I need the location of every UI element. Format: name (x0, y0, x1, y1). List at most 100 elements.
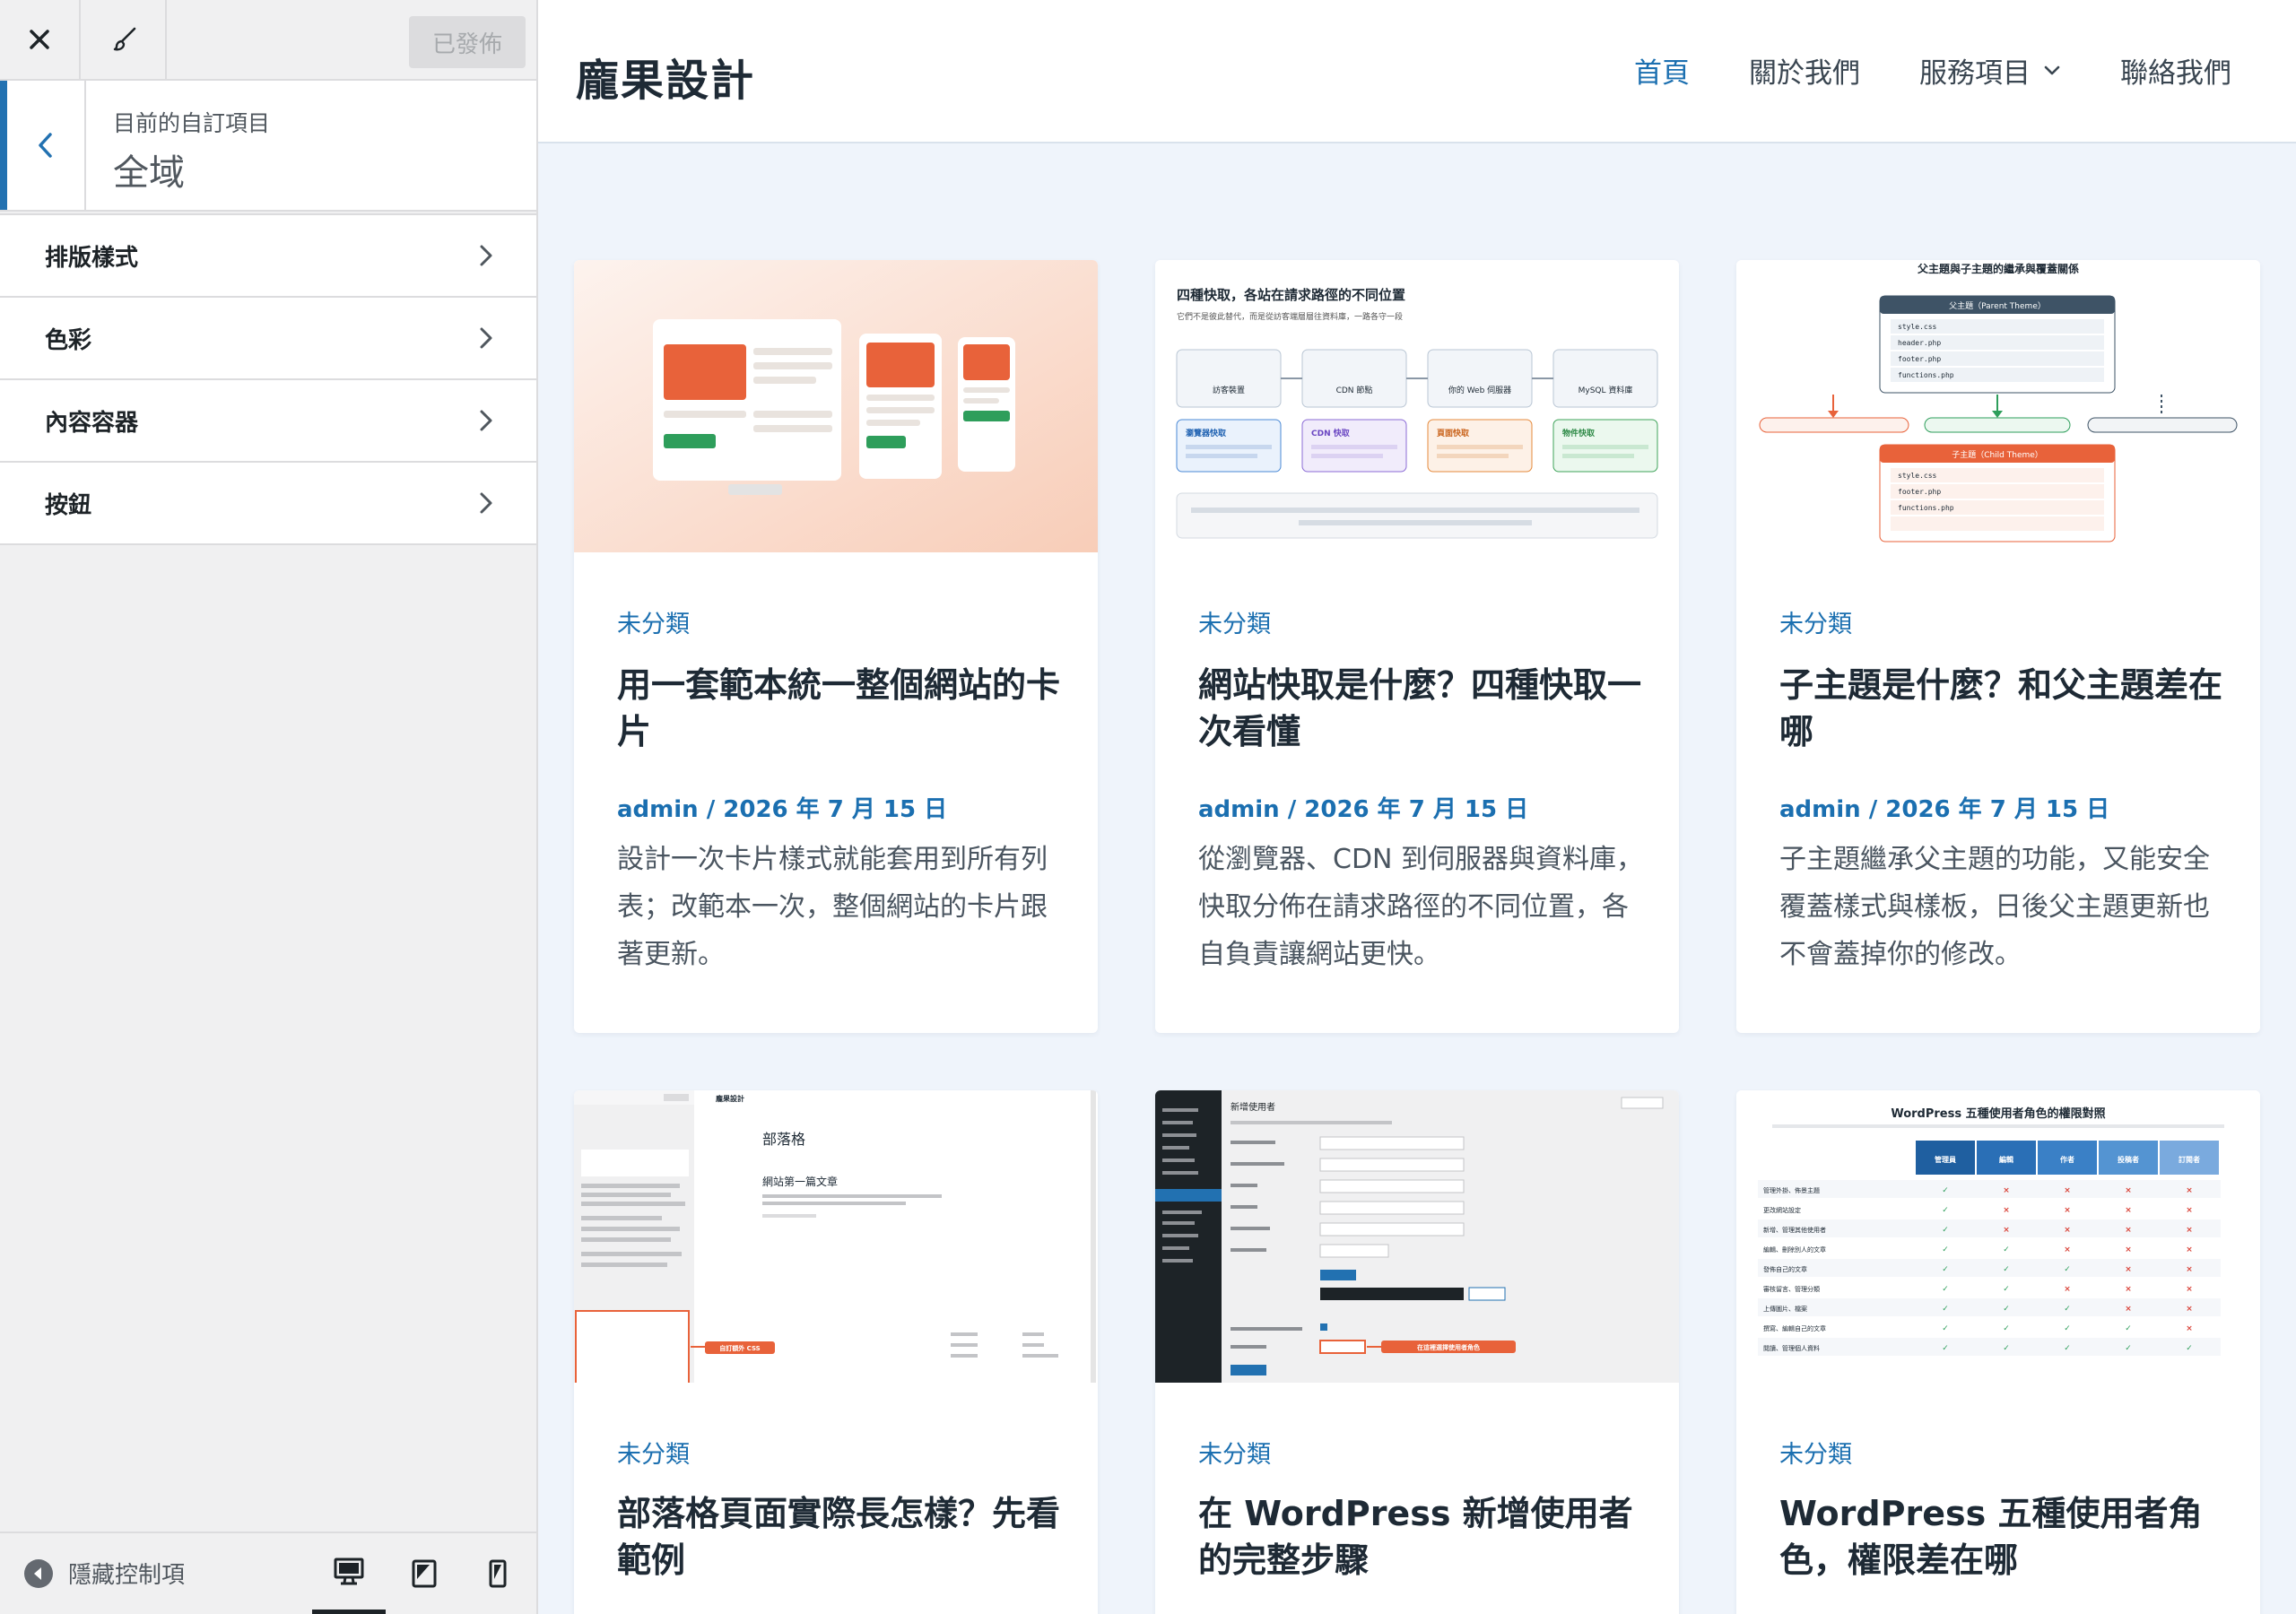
customizer-menu: 排版樣式 色彩 內容容器 按鈕 (0, 213, 536, 545)
check-icon: ✓ (2125, 1344, 2132, 1353)
publish-button[interactable]: 已發佈 (409, 16, 526, 68)
check-icon: ✓ (1942, 1285, 1949, 1294)
cross-icon: × (2186, 1245, 2193, 1254)
cross-icon: × (2125, 1305, 2132, 1314)
chevron-down-icon (2044, 65, 2060, 74)
tablet-icon (412, 1559, 437, 1588)
check-icon: ✓ (1942, 1305, 1949, 1314)
nav-home[interactable]: 首頁 (1634, 50, 1690, 91)
post-title[interactable]: 在 WordPress 新增使用者的完整步驟 (1198, 1490, 1647, 1584)
post-category[interactable]: 未分類 (1779, 604, 1852, 639)
post-category[interactable]: 未分類 (617, 1435, 690, 1470)
check-icon: ✓ (2003, 1324, 2010, 1333)
nav-label: 服務項目 (1919, 57, 2031, 90)
file-name: functions.php (1898, 371, 1954, 379)
permission-label: 撰寫、編輯自己的文章 (1763, 1324, 1826, 1332)
post-thumbnail[interactable] (574, 260, 1098, 552)
post-thumbnail[interactable]: 四種快取，各站在請求路徑的不同位置 它們不是彼此替代，而是從訪客端層層往資料庫，… (1155, 260, 1679, 552)
device-tablet-button[interactable] (387, 1533, 461, 1614)
check-icon: ✓ (2064, 1324, 2071, 1333)
post-card[interactable]: 父主題與子主題的繼承與覆蓋關係 父主題（Parent Theme） style.… (1736, 260, 2260, 1033)
menu-item-buttons[interactable]: 按鈕 (0, 463, 536, 545)
callout-label: 在這裡選擇使用者角色 (1417, 1343, 1480, 1351)
post-excerpt: 子主題繼承父主題的功能，又能安全覆蓋樣式與樣板，日後父主題更新也不會蓋掉你的修改… (1779, 844, 2210, 970)
mobile-icon (489, 1559, 507, 1588)
check-icon: ✓ (2003, 1285, 2010, 1294)
back-button[interactable] (0, 81, 86, 210)
menu-item-colors[interactable]: 色彩 (0, 298, 536, 380)
check-icon: ✓ (2064, 1265, 2071, 1274)
site-title[interactable]: 龐果設計 (576, 45, 755, 108)
file-name: functions.php (1898, 504, 1954, 512)
roles-table: WordPress 五種使用者角色的權限對照 管理員 編輯 作者 投稿者 訂閱者 管理外… (1736, 1090, 2260, 1383)
permission-label: 審核留言、管理分類 (1763, 1285, 1820, 1293)
file-name: footer.php (1898, 355, 1941, 363)
post-title[interactable]: WordPress 五種使用者角色，權限差在哪 (1779, 1490, 2228, 1584)
post-thumbnail[interactable]: 父主題與子主題的繼承與覆蓋關係 父主題（Parent Theme） style.… (1736, 260, 2260, 552)
permission-label: 管理外掛、佈景主題 (1763, 1186, 1820, 1194)
post-card[interactable]: 未分類 用一套範本統一整個網站的卡片 admin / 2026 年 7 月 15… (574, 260, 1098, 1033)
check-icon: ✓ (1942, 1324, 1949, 1333)
cross-icon: × (2186, 1324, 2193, 1333)
post-card[interactable]: 四種快取，各站在請求路徑的不同位置 它們不是彼此替代，而是從訪客端層層往資料庫，… (1155, 260, 1679, 1033)
desktop-icon (334, 1558, 364, 1584)
hide-controls-button[interactable]: 隱藏控制項 (23, 1557, 185, 1590)
post-category[interactable]: 未分類 (1198, 604, 1271, 639)
mini-site-title: 龐果設計 (716, 1094, 744, 1103)
layer-label: 頁面快取 (1437, 428, 1470, 438)
cross-icon: × (2003, 1206, 2010, 1215)
post-category[interactable]: 未分類 (1779, 1435, 1852, 1470)
check-icon: ✓ (1942, 1206, 1949, 1215)
close-customizer-button[interactable] (0, 0, 81, 79)
post-card[interactable]: 自訂額外 CSS 龐果設計 部落格 網站第一篇文章 未分類 部落格頁面實際長怎樣… (574, 1090, 1098, 1614)
add-user-screenshot: 新增使用者 在這裡選擇使用者角色 (1155, 1090, 1679, 1383)
device-desktop-button[interactable] (312, 1533, 386, 1614)
section-caption: 目前的自訂項目 (113, 110, 271, 136)
post-thumbnail[interactable]: 新增使用者 在這裡選擇使用者角色 (1155, 1090, 1679, 1383)
post-meta[interactable]: admin / 2026 年 7 月 15 日 (1779, 791, 2109, 824)
menu-item-label: 色彩 (45, 326, 92, 354)
check-icon: ✓ (1942, 1186, 1949, 1195)
cross-icon: × (2186, 1285, 2193, 1294)
menu-item-containers[interactable]: 內容容器 (0, 380, 536, 463)
file-name: header.php (1898, 339, 1941, 347)
cards-illustration (574, 260, 1098, 552)
post-category[interactable]: 未分類 (617, 604, 690, 639)
check-icon: ✓ (1942, 1344, 1949, 1353)
post-title[interactable]: 子主題是什麼？和父主題差在哪 (1779, 662, 2228, 755)
layer-label: 物件快取 (1562, 428, 1596, 438)
cross-icon: × (2064, 1226, 2071, 1235)
permission-label: 編輯、刪除別人的文章 (1763, 1245, 1826, 1254)
post-title[interactable]: 部落格頁面實際長怎樣？先看範例 (617, 1490, 1065, 1584)
menu-item-label: 排版樣式 (45, 244, 139, 272)
post-meta[interactable]: admin / 2026 年 7 月 15 日 (1198, 791, 1528, 824)
style-book-button[interactable] (86, 0, 167, 79)
post-meta[interactable]: admin / 2026 年 7 月 15 日 (617, 791, 947, 824)
check-icon: ✓ (1942, 1265, 1949, 1274)
check-icon: ✓ (2125, 1324, 2132, 1333)
file-name: footer.php (1898, 488, 1941, 496)
nav-contact[interactable]: 聯絡我們 (2120, 50, 2231, 91)
post-thumbnail[interactable]: 自訂額外 CSS 龐果設計 部落格 網站第一篇文章 (574, 1090, 1098, 1383)
nav-services[interactable]: 服務項目 (1919, 50, 2061, 91)
nav-about[interactable]: 關於我們 (1749, 50, 1860, 91)
permission-row (1758, 1200, 2221, 1218)
post-card[interactable]: WordPress 五種使用者角色的權限對照 管理員 編輯 作者 投稿者 訂閱者 管理外… (1736, 1090, 2260, 1614)
role-name: 投稿者 (2118, 1155, 2139, 1164)
cross-icon: × (2186, 1186, 2193, 1195)
permission-label: 上傳圖片、檔案 (1763, 1305, 1807, 1313)
post-title[interactable]: 用一套範本統一整個網站的卡片 (617, 662, 1065, 755)
cross-icon: × (2186, 1265, 2193, 1274)
post-category[interactable]: 未分類 (1198, 1435, 1271, 1470)
customizer-sidebar: 已發佈 目前的自訂項目 全域 排版樣式 色彩 內容容器 按鈕 隱藏控制項 (0, 0, 538, 1614)
post-thumbnail[interactable]: WordPress 五種使用者角色的權限對照 管理員 編輯 作者 投稿者 訂閱者 管理外… (1736, 1090, 2260, 1383)
site-preview: 龐果設計 首頁 關於我們 服務項目 聯絡我們 未分類 用一套範本統一整個網站的卡… (538, 0, 2296, 1614)
check-icon: ✓ (1942, 1245, 1949, 1254)
device-mobile-button[interactable] (461, 1533, 535, 1614)
child-theme-label: 子主題（Child Theme） (1952, 449, 2043, 460)
post-card[interactable]: 新增使用者 在這裡選擇使用者角色 未分類 在 WordPress 新增使用者的完… (1155, 1090, 1679, 1614)
menu-item-typography[interactable]: 排版樣式 (0, 215, 536, 298)
menu-item-label: 按鈕 (45, 491, 92, 519)
nav-label: 聯絡我們 (2120, 57, 2231, 90)
post-title[interactable]: 網站快取是什麼？四種快取一次看懂 (1198, 662, 1647, 755)
